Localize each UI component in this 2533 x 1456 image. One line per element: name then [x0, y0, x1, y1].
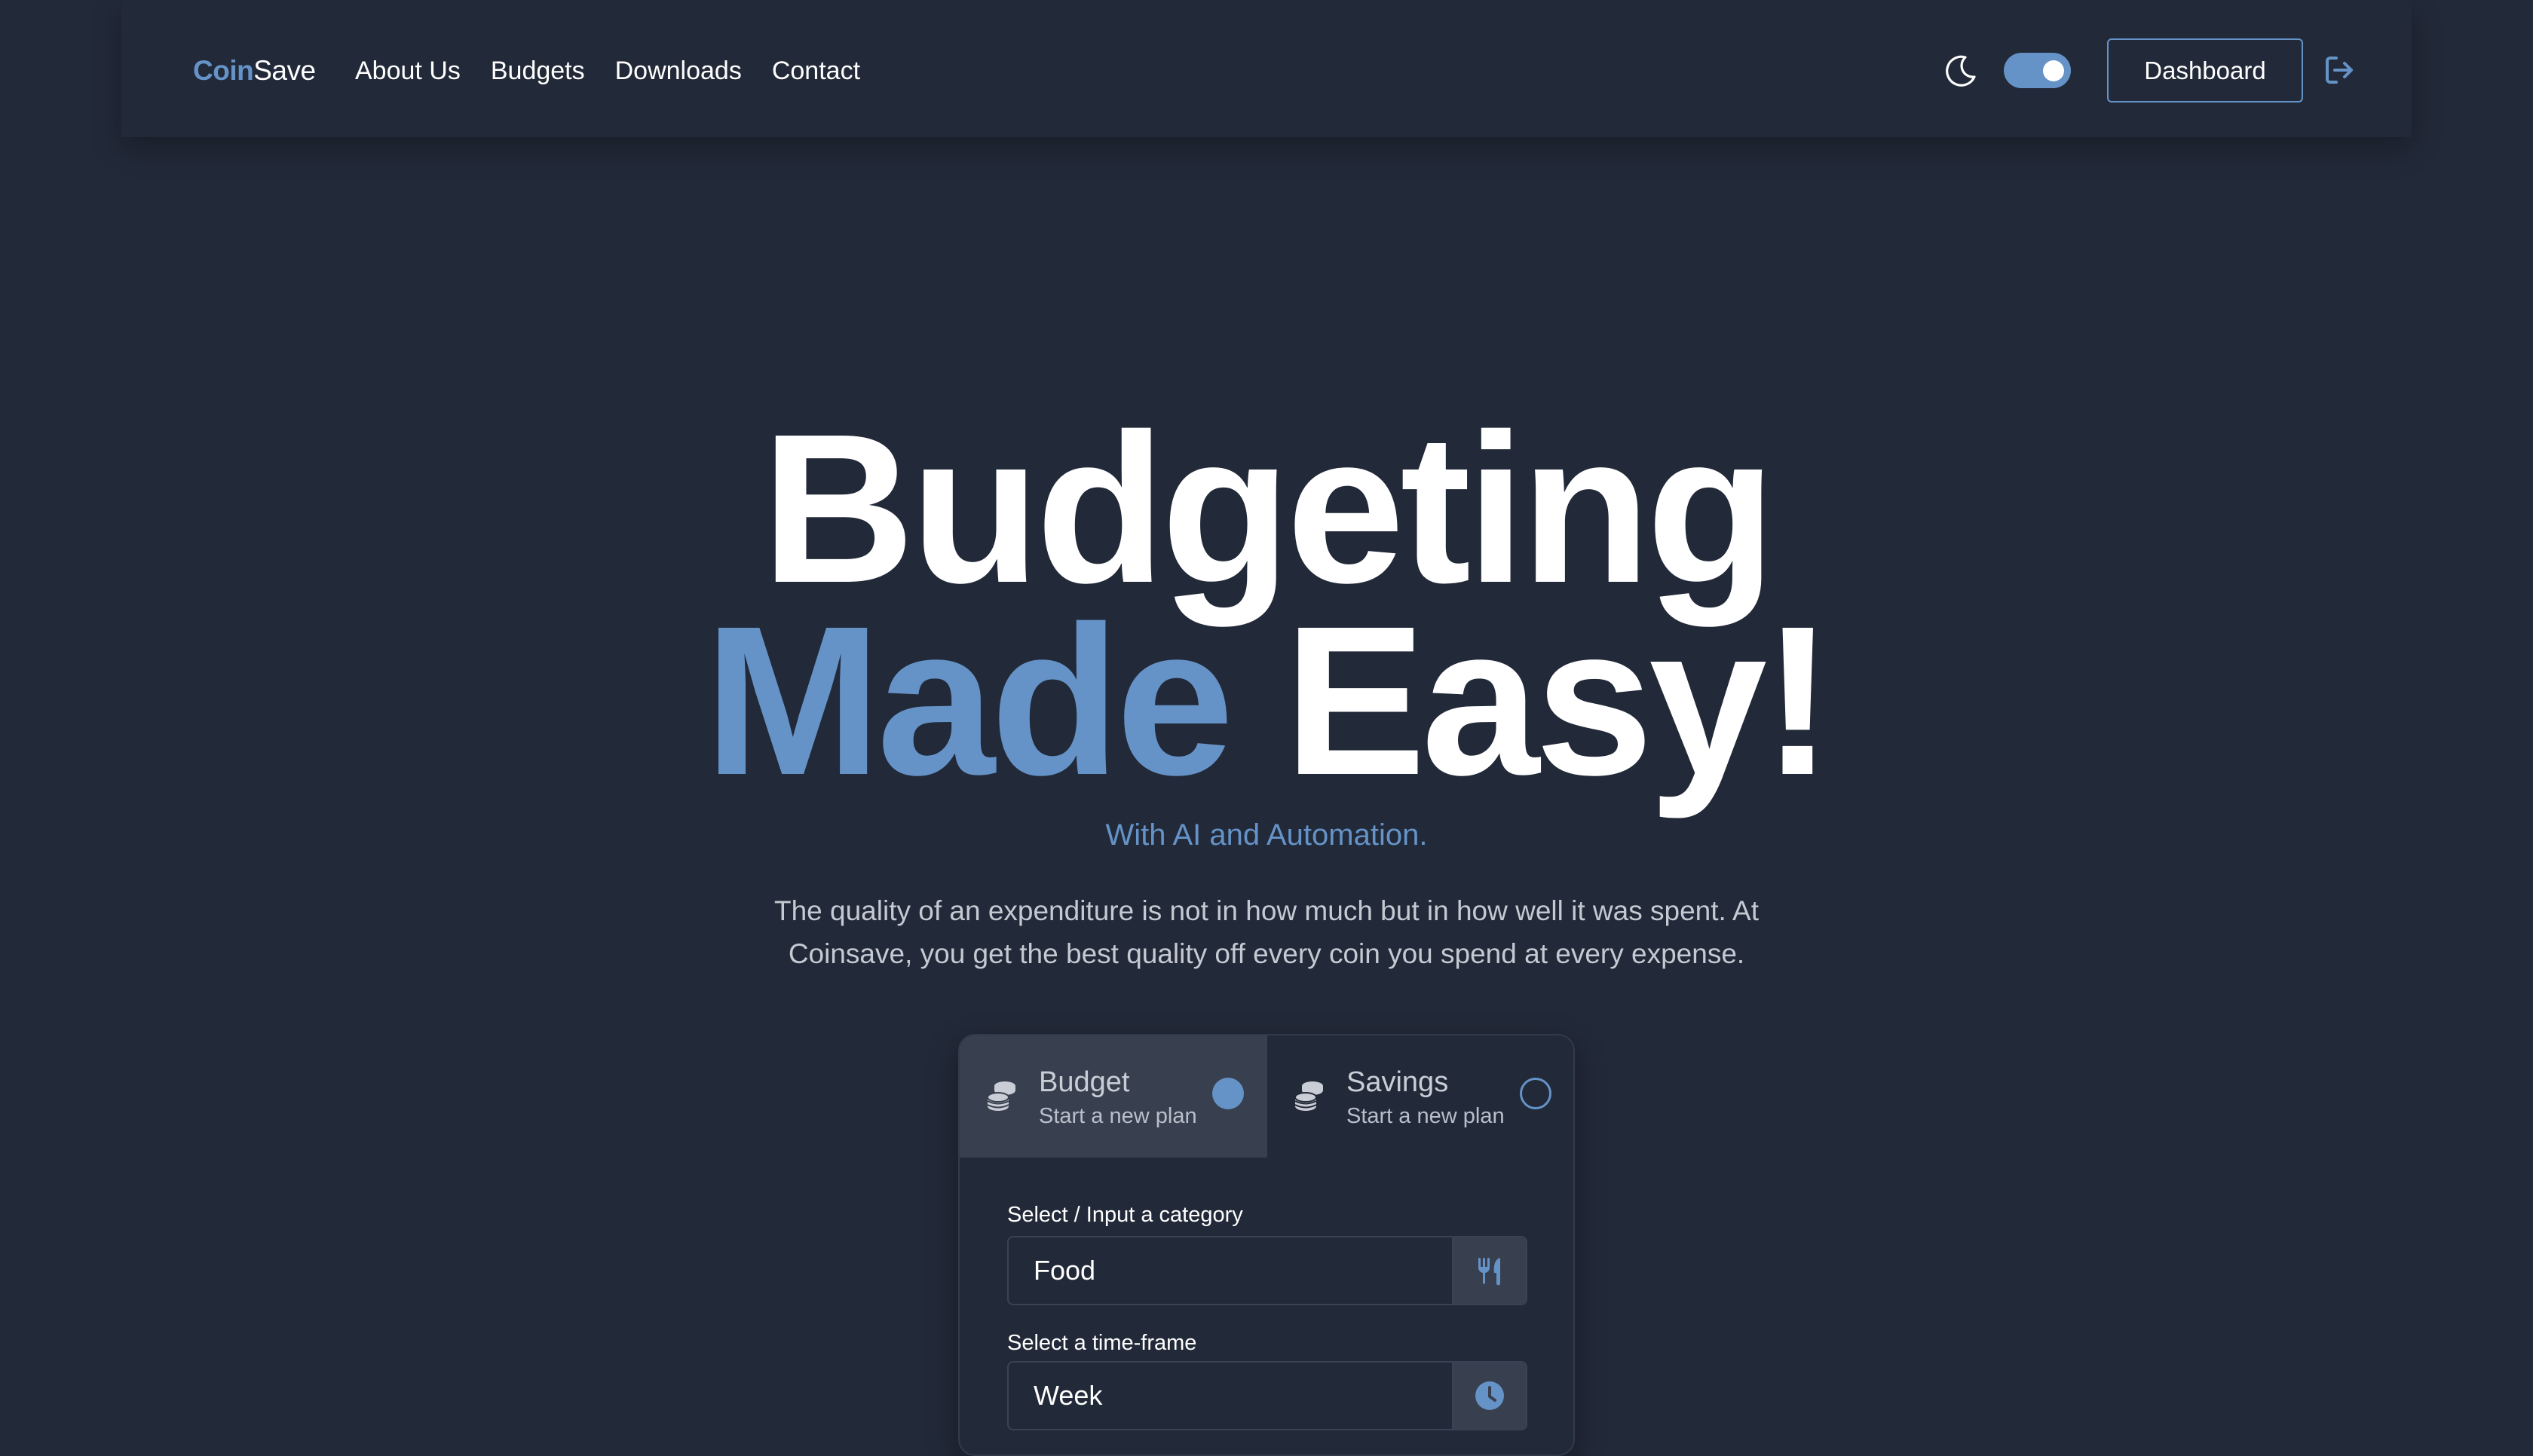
category-input[interactable]: Food	[1007, 1236, 1527, 1305]
tab-savings-subtitle: Start a new plan	[1346, 1104, 1505, 1128]
dashboard-button[interactable]: Dashboard	[2107, 38, 2303, 102]
category-label: Select / Input a category	[1007, 1203, 1243, 1227]
tab-savings[interactable]: Savings Start a new plan	[1267, 1035, 1573, 1158]
category-value: Food	[1034, 1255, 1096, 1286]
timeframe-value: Week	[1034, 1380, 1103, 1411]
coins-icon	[987, 1081, 1015, 1111]
nav-link-downloads[interactable]: Downloads	[615, 54, 742, 88]
budget-radio[interactable]	[1212, 1078, 1244, 1109]
utensils-icon	[1478, 1258, 1500, 1286]
nav-link-budgets[interactable]: Budgets	[491, 54, 585, 88]
hero-title-line2: Made Easy!	[0, 588, 2533, 814]
nav-link-about-us[interactable]: About Us	[355, 54, 461, 88]
category-addon[interactable]	[1452, 1237, 1526, 1304]
savings-radio[interactable]	[1520, 1078, 1551, 1109]
theme-toggle[interactable]	[2004, 53, 2071, 88]
hero-title-rest: Easy!	[1284, 582, 1833, 819]
hero-description: The quality of an expenditure is not in …	[773, 895, 1759, 969]
plan-card: Budget Start a new plan Savings Start a …	[958, 1034, 1575, 1456]
hero-tagline: With AI and Automation.	[1105, 818, 1428, 852]
moon-icon	[1946, 55, 1976, 87]
tab-budget-subtitle: Start a new plan	[1039, 1104, 1197, 1128]
top-navbar: CoinSave About Us Budgets Downloads Cont…	[121, 0, 2412, 137]
brand-logo[interactable]: CoinSave	[193, 54, 316, 88]
logout-icon[interactable]	[2321, 52, 2357, 88]
brand-part-save: Save	[253, 55, 316, 86]
tab-budget-title: Budget	[1039, 1066, 1130, 1098]
nav-link-contact[interactable]: Contact	[772, 54, 860, 88]
timeframe-addon[interactable]	[1452, 1363, 1526, 1429]
toggle-knob	[2043, 60, 2064, 81]
tab-budget[interactable]: Budget Start a new plan	[960, 1035, 1267, 1158]
brand-part-coin: Coin	[193, 55, 254, 86]
coins-icon	[1294, 1081, 1323, 1111]
tab-savings-title: Savings	[1346, 1066, 1449, 1098]
timeframe-label: Select a time-frame	[1007, 1331, 1197, 1355]
hero-title-accent: Made	[704, 582, 1234, 819]
timeframe-input[interactable]: Week	[1007, 1361, 1527, 1430]
nav-links: About Us Budgets Downloads Contact	[355, 54, 860, 88]
clock-icon	[1475, 1381, 1504, 1410]
